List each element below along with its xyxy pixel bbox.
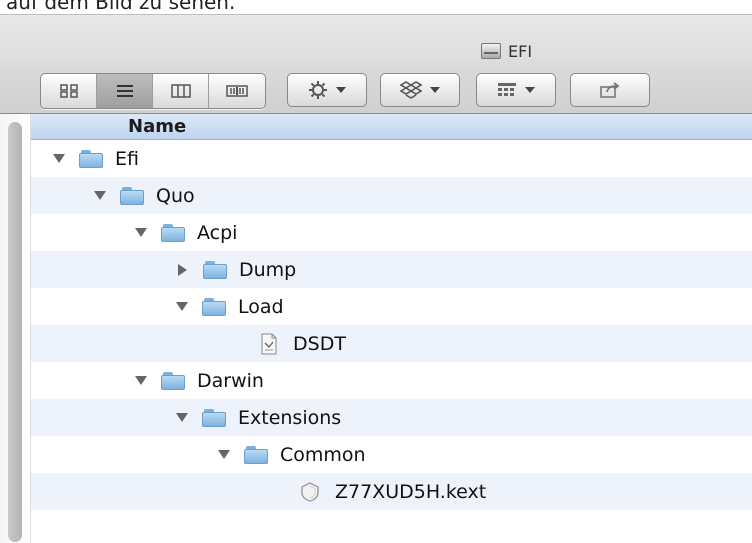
- share-icon: [600, 82, 620, 98]
- document-icon: [261, 333, 277, 354]
- columns-icon: [170, 84, 191, 98]
- folder-icon: [244, 445, 268, 464]
- view-list-button[interactable]: [97, 74, 153, 108]
- list-item[interactable]: Extensions: [31, 399, 752, 436]
- list-item[interactable]: Common: [31, 436, 752, 473]
- list-item[interactable]: Z77XUD5H.kext: [31, 473, 752, 510]
- share-button[interactable]: [570, 73, 650, 107]
- folder-icon: [161, 223, 185, 242]
- view-coverflow-button[interactable]: [209, 74, 265, 108]
- disclosure-open-icon[interactable]: [135, 228, 147, 237]
- gear-icon: [309, 81, 327, 99]
- disclosure-open-icon[interactable]: [176, 413, 188, 422]
- dropbox-icon: [400, 81, 422, 99]
- scrollbar-thumb[interactable]: [8, 122, 22, 542]
- file-tree: Efi Quo Acpi Dump Load DSDT Darwin Exten…: [31, 140, 752, 510]
- disclosure-open-icon[interactable]: [53, 154, 65, 163]
- chevron-down-icon: [430, 87, 440, 93]
- disclosure-open-icon[interactable]: [94, 191, 106, 200]
- folder-icon: [79, 149, 103, 168]
- disclosure-open-icon[interactable]: [135, 376, 147, 385]
- view-columns-button[interactable]: [153, 74, 209, 108]
- list-item[interactable]: Darwin: [31, 362, 752, 399]
- list-lines-icon: [116, 85, 133, 97]
- scrollbar[interactable]: [0, 114, 31, 543]
- drive-icon: [480, 41, 502, 61]
- column-header-label: Name: [128, 116, 187, 137]
- icon-grid-icon: [59, 84, 78, 98]
- chevron-down-icon: [525, 87, 535, 93]
- list-item[interactable]: DSDT: [31, 325, 752, 362]
- folder-icon: [203, 260, 227, 279]
- window-title: EFI: [508, 41, 533, 61]
- dropbox-menu-button[interactable]: [380, 73, 460, 107]
- arrange-menu-button[interactable]: [476, 73, 556, 107]
- view-mode-segment: [40, 73, 266, 109]
- column-header-name[interactable]: Name: [31, 114, 752, 140]
- window-title-bar: EFI: [480, 39, 532, 63]
- list-item[interactable]: Load: [31, 288, 752, 325]
- file-list-area: Name Efi Quo Acpi Dump Load DSDT Darwin …: [0, 114, 752, 543]
- list-item[interactable]: Quo: [31, 177, 752, 214]
- coverflow-icon: [226, 85, 248, 97]
- disclosure-open-icon[interactable]: [218, 450, 230, 459]
- chevron-down-icon: [336, 87, 346, 93]
- kext-bundle-icon: [301, 481, 319, 502]
- toolbar: EFI: [0, 14, 752, 114]
- folder-icon: [202, 297, 226, 316]
- finder-window: EFI Name Efi Quo Acpi Dump Load DSDT Dar…: [0, 0, 752, 543]
- disclosure-closed-icon[interactable]: [178, 263, 187, 276]
- folder-icon: [161, 371, 185, 390]
- list-item[interactable]: Efi: [31, 140, 752, 177]
- folder-icon: [202, 408, 226, 427]
- folder-icon: [120, 186, 144, 205]
- arrange-grid-icon: [498, 83, 516, 96]
- view-icon-button[interactable]: [41, 74, 97, 108]
- action-menu-button[interactable]: [287, 73, 367, 107]
- list-item[interactable]: Dump: [31, 251, 752, 288]
- list-item[interactable]: Acpi: [31, 214, 752, 251]
- disclosure-open-icon[interactable]: [176, 302, 188, 311]
